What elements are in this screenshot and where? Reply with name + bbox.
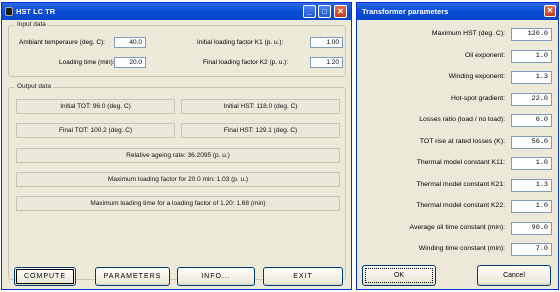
param-value-field[interactable]: 120.0 [511,28,552,41]
parameters-button[interactable]: PARAMETERS [95,267,170,286]
output-data-group: Output data Initial TOT: 96.0 (deg. C) I… [8,83,346,280]
k2-field[interactable]: 1.20 [310,57,343,68]
ok-button[interactable]: OK [362,265,436,286]
param-label: Hot-spot gradient: [450,94,505,102]
param-value-field[interactable]: 1.0 [511,49,552,63]
param-value-field[interactable]: 56.0 [511,135,552,149]
max-loading-factor-output: Maximum loading factor for 20.0 min: 1.0… [16,172,340,187]
param-title-bar[interactable]: Transformer parameters ✕ [357,3,558,20]
max-loading-time-output: Maximum loading time for a loading facto… [16,196,340,211]
param-label: Thermal model constant K22: [416,202,505,209]
param-value-field[interactable]: 1.0 [511,157,552,170]
param-value-field[interactable]: 1.3 [511,178,552,192]
close-button[interactable]: ✕ [334,5,347,18]
param-label: Thermal model constant K11: [416,159,505,166]
k1-field[interactable]: 1.00 [310,37,343,48]
param-value-field[interactable]: 7.0 [511,243,552,256]
main-title-bar[interactable]: HST LC TR _ □ ✕ [2,3,351,20]
output-data-title: Output data [15,83,53,90]
param-label: Losses ratio (load / no load): [419,116,505,123]
k2-label: Final loading factor K2 (p. u.): [203,59,289,66]
main-window-title: HST LC TR [16,7,56,16]
transformer-parameters-window: Transformer parameters ✕ Maximum HST (de… [356,2,559,290]
cancel-button[interactable]: Cancel [477,265,551,286]
ambient-temperature-field[interactable]: 40.0 [114,37,146,48]
minimize-button[interactable]: _ [303,5,316,18]
param-label: TOT rise at rated losses (K): [419,137,505,145]
param-close-button[interactable]: ✕ [544,5,556,17]
info-button[interactable]: INFO... [177,267,255,286]
compute-button[interactable]: COMPUTE [14,267,76,286]
param-label: Winding time constant (min): [418,245,505,252]
final-hst-output: Final HST: 129.1 (deg. C) [181,123,340,138]
app-icon [5,7,13,16]
param-label: Maximum HST (deg. C): [431,30,505,37]
initial-hst-output: Initial HST: 118.0 (deg. C) [181,99,340,114]
input-data-title: Input data [15,21,48,28]
loading-time-label: Loading time (min): [59,59,115,66]
param-value-field[interactable]: 90.0 [511,221,552,235]
final-tot-output: Final TOT: 100.2 (deg. C) [16,123,175,138]
param-value-field[interactable]: 22.0 [511,92,552,106]
param-label: Thermal model constant K21: [416,180,505,188]
param-value-field[interactable]: 1.0 [511,200,552,213]
main-window: HST LC TR _ □ ✕ Input data Ambiant tempe… [1,2,352,290]
maximize-button[interactable]: □ [318,5,331,18]
input-data-group: Input data Ambiant temperaure (deg. C): … [8,21,346,77]
ageing-rate-output: Relative ageing rate: 36.2095 (p. u.) [16,148,340,163]
param-label: Average oil time constant (min): [409,223,505,231]
ambient-temperature-label: Ambiant temperaure (deg. C): [19,39,105,46]
k1-label: Initial loading factor K1 (p. u.): [197,39,284,46]
param-value-field[interactable]: 1.3 [511,71,552,84]
loading-time-field[interactable]: 20.0 [114,57,146,68]
param-window-title: Transformer parameters [362,7,449,16]
exit-button[interactable]: EXIT [263,267,343,286]
param-label: Winding exponent: [448,73,505,80]
initial-tot-output: Initial TOT: 96.0 (deg. C) [16,99,175,114]
param-label: Oil exponent: [464,51,505,59]
param-value-field[interactable]: 6.0 [511,114,552,127]
